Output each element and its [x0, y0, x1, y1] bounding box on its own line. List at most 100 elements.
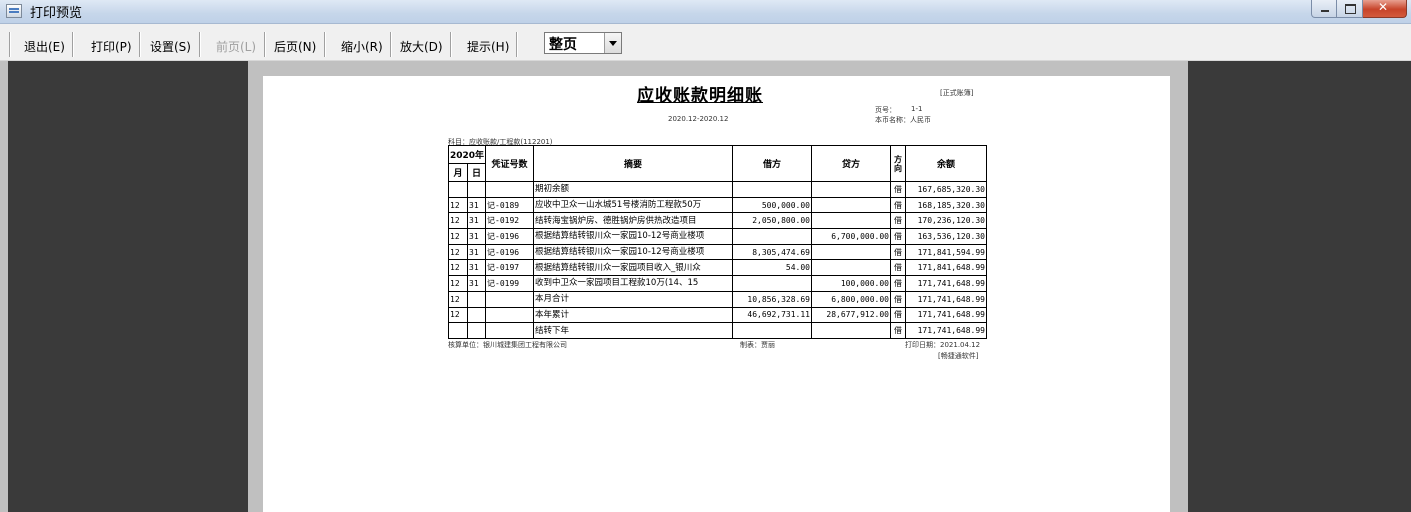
direction-cell: 借	[890, 243, 906, 261]
summary-cell: 根据结算结转银川众一家园10-12号商业楼项	[533, 228, 733, 245]
debit-cell: 54.00	[732, 259, 812, 277]
voucher-cell: 记-0196	[485, 243, 534, 261]
voucher-cell	[485, 306, 534, 324]
toolbar-separator	[264, 32, 266, 57]
day-cell: 31	[467, 228, 486, 245]
direction-cell: 借	[890, 322, 906, 339]
close-button[interactable]	[1363, 0, 1407, 18]
page-number-label: 页号：	[875, 106, 896, 114]
month-cell	[448, 181, 468, 198]
chevron-down-icon[interactable]	[604, 33, 621, 53]
direction-cell: 借	[890, 196, 906, 214]
toolbar-separator	[324, 32, 326, 57]
voucher-cell: 记-0199	[485, 275, 534, 292]
day-cell	[467, 322, 486, 339]
balance-cell: 170,236,120.30	[905, 212, 987, 230]
print-button[interactable]: 打印(P)	[91, 38, 132, 55]
balance-cell: 171,841,594.99	[905, 243, 987, 261]
balance-cell: 171,841,648.99	[905, 259, 987, 277]
day-cell	[467, 181, 486, 198]
page-number-value: 1-1	[911, 105, 923, 113]
credit-cell	[811, 212, 891, 230]
voucher-cell: 记-0192	[485, 212, 534, 230]
window-title: 打印预览	[30, 6, 83, 21]
direction-cell: 借	[890, 259, 906, 277]
voucher-header: 凭证号数	[485, 145, 534, 182]
month-cell: 12	[448, 212, 468, 230]
direction-cell: 借	[890, 181, 906, 198]
voucher-cell: 记-0196	[485, 228, 534, 245]
minimize-button[interactable]	[1311, 0, 1337, 18]
next-page-button[interactable]: 后页(N)	[274, 38, 316, 55]
day-cell	[467, 306, 486, 324]
summary-cell: 根据结算结转银川众一家园项目收入_银川众	[533, 259, 733, 277]
currency-name: 本币名称：人民币	[875, 116, 931, 124]
credit-cell	[811, 322, 891, 339]
day-cell: 31	[467, 259, 486, 277]
voucher-cell	[485, 181, 534, 198]
maximize-button[interactable]	[1337, 0, 1363, 18]
period-range: 2020.12-2020.12	[668, 115, 729, 123]
year-header: 2020年	[448, 145, 486, 164]
table-row: 期初余额 借 167,685,320.30	[448, 181, 987, 198]
print-date: 打印日期：2021.04.12	[905, 341, 981, 349]
day-cell	[467, 290, 486, 308]
day-cell: 31	[467, 243, 486, 261]
zoom-in-button[interactable]: 放大(D)	[400, 38, 443, 55]
month-cell: 12	[448, 243, 468, 261]
table-row: 12 本月合计 10,856,328.69 6,800,000.00 借 171…	[448, 290, 987, 308]
balance-cell: 168,185,320.30	[905, 196, 987, 214]
prev-page-button[interactable]: 前页(L)	[216, 38, 256, 55]
debit-cell: 10,856,328.69	[732, 290, 812, 308]
table-row: 12 31 记-0189 应收中卫众一山水城51号楼消防工程款50万 500,0…	[448, 196, 987, 214]
credit-cell: 28,677,912.00	[811, 306, 891, 324]
debit-header: 借方	[732, 145, 812, 182]
exit-button[interactable]: 退出(E)	[24, 38, 65, 55]
month-cell: 12	[448, 259, 468, 277]
zoom-select[interactable]: 整页	[544, 32, 622, 54]
credit-cell	[811, 243, 891, 261]
settings-button[interactable]: 设置(S)	[150, 38, 191, 55]
credit-cell: 6,800,000.00	[811, 290, 891, 308]
voucher-cell	[485, 322, 534, 339]
day-header: 日	[467, 163, 486, 182]
debit-cell: 500,000.00	[732, 196, 812, 214]
zoom-out-button[interactable]: 缩小(R)	[341, 38, 383, 55]
summary-cell: 根据结算结转银川众一家园10-12号商业楼项	[533, 243, 733, 261]
table-row: 12 31 记-0199 收到中卫众一家园项目工程款10万(14、15 100,…	[448, 275, 987, 292]
month-cell: 12	[448, 275, 468, 292]
voucher-cell: 记-0197	[485, 259, 534, 277]
print-preview-app-icon	[6, 4, 22, 18]
balance-cell: 167,685,320.30	[905, 181, 987, 198]
direction-header: 方向	[890, 145, 906, 182]
month-header: 月	[448, 163, 468, 182]
table-row: 12 31 记-0196 根据结算结转银川众一家园10-12号商业楼项 6,70…	[448, 228, 987, 245]
balance-header: 余额	[905, 145, 987, 182]
toolbar-separator	[139, 32, 141, 57]
balance-cell: 171,741,648.99	[905, 322, 987, 339]
summary-cell: 期初余额	[533, 181, 733, 198]
debit-cell: 8,305,474.69	[732, 243, 812, 261]
day-cell: 31	[467, 196, 486, 214]
table-row: 12 31 记-0196 根据结算结转银川众一家园10-12号商业楼项 8,30…	[448, 243, 987, 261]
summary-cell: 结转海宝锅炉房、德胜锅炉房供热改造项目	[533, 212, 733, 230]
credit-cell	[811, 196, 891, 214]
voucher-cell	[485, 290, 534, 308]
summary-cell: 本年累计	[533, 306, 733, 324]
credit-header: 贷方	[811, 145, 891, 182]
month-cell: 12	[448, 228, 468, 245]
voucher-cell: 记-0189	[485, 196, 534, 214]
credit-cell: 6,700,000.00	[811, 228, 891, 245]
title-bar: 打印预览	[0, 0, 1411, 24]
hint-button[interactable]: 提示(H)	[467, 38, 509, 55]
preview-left-margin	[8, 61, 248, 512]
table-row: 12 31 记-0192 结转海宝锅炉房、德胜锅炉房供热改造项目 2,050,8…	[448, 212, 987, 230]
balance-cell: 171,741,648.99	[905, 290, 987, 308]
toolbar-separator	[390, 32, 392, 57]
debit-cell: 46,692,731.11	[732, 306, 812, 324]
toolbar: 退出(E) 打印(P) 设置(S) 前页(L) 后页(N) 缩小(R) 放大(D…	[0, 24, 1411, 61]
table-row: 结转下年 借 171,741,648.99	[448, 322, 987, 339]
summary-cell: 收到中卫众一家园项目工程款10万(14、15	[533, 275, 733, 292]
toolbar-separator	[72, 32, 74, 57]
direction-cell: 借	[890, 306, 906, 324]
